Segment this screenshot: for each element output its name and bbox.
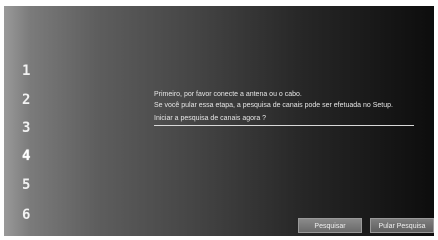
instruction-line-1: Primeiro, por favor conecte a antena ou … xyxy=(154,91,302,98)
step-4-current: 4 xyxy=(22,148,31,164)
step-6: 6 xyxy=(22,207,31,223)
step-5: 5 xyxy=(22,177,31,193)
setup-wizard-screen: 1 2 3 4 5 6 Primeiro, por favor conecte … xyxy=(4,6,434,236)
prompt-divider xyxy=(154,125,414,126)
step-1: 1 xyxy=(22,63,31,79)
skip-search-button[interactable]: Pular Pesquisa xyxy=(370,218,434,233)
step-2: 2 xyxy=(22,92,31,108)
step-3: 3 xyxy=(22,120,31,136)
search-button[interactable]: Pesquisar xyxy=(298,218,362,233)
instruction-line-2: Se você pular essa etapa, a pesquisa de … xyxy=(154,102,393,109)
search-prompt: Iniciar a pesquisa de canais agora ? xyxy=(154,115,267,122)
